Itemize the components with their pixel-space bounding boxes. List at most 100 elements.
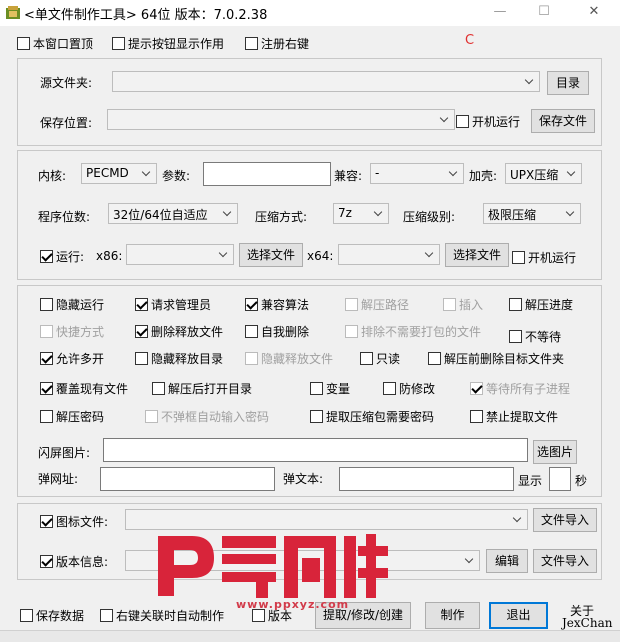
checkbox-box[interactable] <box>100 609 113 622</box>
checkbox-version-info[interactable]: 版本信息: <box>40 553 108 570</box>
checkbox-box[interactable] <box>40 352 53 365</box>
checkbox-label: 运行: <box>56 249 85 264</box>
icon-file-combo[interactable] <box>125 509 528 530</box>
version-import-button[interactable]: 文件导入 <box>533 549 597 573</box>
select-file-x86-button[interactable]: 选择文件 <box>239 243 303 267</box>
dir-button[interactable]: 目录 <box>547 71 589 95</box>
checkbox-box[interactable] <box>135 325 148 338</box>
kernel-combo[interactable]: PECMD <box>81 163 157 184</box>
checkbox-label: 开机运行 <box>472 114 521 129</box>
checkbox-open-dir-after-extract[interactable]: 解压后打开目录 <box>152 380 252 397</box>
checkbox-box[interactable] <box>245 298 258 311</box>
checkbox-icon-file[interactable]: 图标文件: <box>40 513 108 530</box>
checkbox-box[interactable] <box>40 298 53 311</box>
checkbox-overwrite-existing[interactable]: 覆盖现有文件 <box>40 380 128 397</box>
checkbox-box[interactable] <box>112 37 125 50</box>
checkbox-box[interactable] <box>383 382 396 395</box>
checkbox-extract-needs-password[interactable]: 提取压缩包需要密码 <box>310 408 434 425</box>
shell-combo[interactable]: UPX压缩 <box>505 163 582 184</box>
popup-url-input[interactable] <box>100 467 275 491</box>
checkbox-forbid-extract[interactable]: 禁止提取文件 <box>470 408 558 425</box>
checkbox-box[interactable] <box>40 515 53 528</box>
checkbox-label: 删除释放文件 <box>151 324 224 339</box>
checkbox-box[interactable] <box>360 352 373 365</box>
checkbox-startup-run-2[interactable]: 开机运行 <box>512 249 576 266</box>
checkbox-box[interactable] <box>245 37 258 50</box>
select-file-x64-button[interactable]: 选择文件 <box>445 243 509 267</box>
checkbox-box[interactable] <box>17 37 30 50</box>
edit-button[interactable]: 编辑 <box>486 549 528 573</box>
checkbox-right-click-auto[interactable]: 右键关联时自动制作 <box>100 607 224 624</box>
maximize-button[interactable]: ☐ <box>524 0 564 26</box>
checkbox-compat-algorithm[interactable]: 兼容算法 <box>245 296 309 313</box>
popup-text-input[interactable] <box>339 467 514 491</box>
checkbox-label: 禁止提取文件 <box>486 409 559 424</box>
checkbox-readonly[interactable]: 只读 <box>360 350 400 367</box>
bits-combo[interactable]: 32位/64位自适应 <box>108 203 238 224</box>
x86-combo[interactable] <box>126 244 234 265</box>
checkbox-label: 只读 <box>376 351 401 366</box>
checkbox-self-delete[interactable]: 自我删除 <box>245 323 309 340</box>
save-file-button[interactable]: 保存文件 <box>531 109 595 133</box>
checkbox-box[interactable] <box>509 298 522 311</box>
params-input[interactable] <box>203 162 331 186</box>
checkbox-box[interactable] <box>40 410 53 423</box>
checkbox-box[interactable] <box>40 250 53 263</box>
checkbox-variable[interactable]: 变量 <box>310 380 350 397</box>
checkbox-hide-run[interactable]: 隐藏运行 <box>40 296 104 313</box>
checkbox-box[interactable] <box>20 609 33 622</box>
checkbox-box[interactable] <box>40 555 53 568</box>
checkbox-box[interactable] <box>40 382 53 395</box>
compress-level-combo[interactable]: 极限压缩 <box>483 203 581 224</box>
checkbox-save-data[interactable]: 保存数据 <box>20 607 84 624</box>
checkbox-startup-run[interactable]: 开机运行 <box>456 113 520 130</box>
x64-combo[interactable] <box>338 244 440 265</box>
compress-method-combo[interactable]: 7z <box>333 203 389 224</box>
checkbox-box[interactable] <box>512 251 525 264</box>
minimize-button[interactable]: — <box>480 0 520 26</box>
checkbox-box[interactable] <box>135 352 148 365</box>
checkbox-box <box>470 382 483 395</box>
splash-image-input[interactable] <box>103 438 528 462</box>
choose-image-button[interactable]: 选图片 <box>533 440 577 464</box>
save-location-combo[interactable] <box>107 109 455 130</box>
checkbox-request-admin[interactable]: 请求管理员 <box>135 296 211 313</box>
checkbox-box[interactable] <box>428 352 441 365</box>
checkbox-box[interactable] <box>135 298 148 311</box>
combo-value: PECMD <box>86 166 129 180</box>
checkbox-box[interactable] <box>152 382 165 395</box>
exit-button[interactable]: 退出 <box>489 602 548 629</box>
seconds-input[interactable] <box>549 467 571 491</box>
checkbox-always-on-top[interactable]: 本窗口置顶 <box>17 35 93 52</box>
checkbox-allow-multiple[interactable]: 允许多开 <box>40 350 104 367</box>
checkbox-box[interactable] <box>310 410 323 423</box>
checkbox-extract-password[interactable]: 解压密码 <box>40 408 104 425</box>
checkbox-label: 注册右键 <box>261 36 310 51</box>
checkbox-show-tooltips[interactable]: 提示按钮显示作用 <box>112 35 224 52</box>
make-button[interactable]: 制作 <box>425 602 480 629</box>
checkbox-box[interactable] <box>245 325 258 338</box>
checkbox-run[interactable]: 运行: <box>40 248 84 265</box>
icon-import-button[interactable]: 文件导入 <box>533 508 597 532</box>
compat-combo[interactable]: - <box>370 163 464 184</box>
checkbox-label: 快捷方式 <box>56 324 105 339</box>
checkbox-box[interactable] <box>509 330 522 343</box>
checkbox-anti-modify[interactable]: 防修改 <box>383 380 435 397</box>
checkbox-box[interactable] <box>470 410 483 423</box>
checkbox-delete-target-before-extract[interactable]: 解压前删除目标文件夹 <box>428 350 564 367</box>
chevron-down-icon <box>525 75 535 87</box>
show-label: 显示 <box>518 474 543 488</box>
kernel-label: 内核: <box>38 169 67 183</box>
checkbox-delete-released-files[interactable]: 删除释放文件 <box>135 323 223 340</box>
checkbox-box[interactable] <box>456 115 469 128</box>
close-button[interactable]: ✕ <box>574 0 614 26</box>
x64-label: x64: <box>307 249 334 263</box>
checkbox-hide-release-dir[interactable]: 隐藏释放目录 <box>135 350 223 367</box>
checkbox-no-wait[interactable]: 不等待 <box>509 328 561 345</box>
checkbox-box[interactable] <box>310 382 323 395</box>
chevron-down-icon <box>440 113 450 125</box>
checkbox-register-context-menu[interactable]: 注册右键 <box>245 35 309 52</box>
source-folder-combo[interactable] <box>112 71 540 92</box>
checkbox-shortcut: 快捷方式 <box>40 323 104 340</box>
checkbox-extract-progress[interactable]: 解压进度 <box>509 296 573 313</box>
